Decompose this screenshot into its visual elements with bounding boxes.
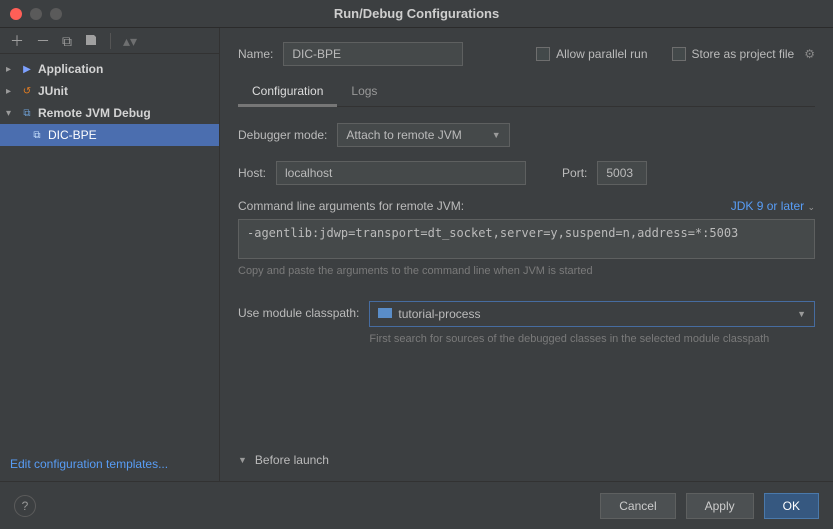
tree-item-junit[interactable]: ▸ ↺ JUnit: [0, 80, 219, 102]
module-icon: [378, 308, 392, 318]
classpath-label: Use module classpath:: [238, 301, 359, 320]
edit-templates-link[interactable]: Edit configuration templates...: [0, 447, 219, 481]
select-value: tutorial-process: [378, 307, 480, 321]
tree-item-dic-bpe[interactable]: ⧉ DIC-BPE: [0, 124, 219, 146]
copy-configuration-icon[interactable]: ⧉: [62, 34, 72, 48]
cmd-hint: Copy and paste the arguments to the comm…: [238, 265, 815, 277]
checkbox-icon: [672, 47, 686, 61]
gear-icon[interactable]: ⚙: [804, 47, 815, 61]
host-input[interactable]: [276, 161, 526, 185]
name-row: Name: Allow parallel run Store as projec…: [238, 42, 815, 66]
tab-logs[interactable]: Logs: [337, 78, 391, 106]
remote-debug-icon: ⧉: [20, 106, 34, 120]
tree-item-remote-jvm[interactable]: ▾ ⧉ Remote JVM Debug: [0, 102, 219, 124]
debugger-mode-row: Debugger mode: Attach to remote JVM ▼: [238, 123, 815, 147]
help-button[interactable]: ?: [14, 495, 36, 517]
host-port-row: Host: Port:: [238, 161, 815, 185]
allow-parallel-checkbox[interactable]: Allow parallel run: [536, 47, 647, 61]
save-configuration-icon[interactable]: [84, 33, 98, 49]
debugger-mode-select[interactable]: Attach to remote JVM ▼: [337, 123, 509, 147]
jdk-label: JDK 9 or later: [731, 199, 804, 213]
close-window-icon[interactable]: [10, 8, 22, 20]
checkbox-label: Store as project file: [692, 47, 795, 61]
titlebar: Run/Debug Configurations: [0, 0, 833, 28]
chevron-down-icon: ⌄: [807, 202, 815, 212]
chevron-down-icon: ▼: [492, 130, 501, 140]
store-project-checkbox[interactable]: Store as project file: [672, 47, 795, 61]
sidebar: ＋ － ⧉ ▴▾ ▸ ▶ Application ▸ ↺ JUnit: [0, 28, 220, 481]
checkbox-icon: [536, 47, 550, 61]
chevron-down-icon: ▼: [797, 309, 806, 319]
separator: [110, 33, 111, 49]
chevron-down-icon: ▾: [6, 108, 16, 119]
minimize-window-icon: [30, 8, 42, 20]
tab-bar: Configuration Logs: [238, 78, 815, 107]
classpath-hint: First search for sources of the debugged…: [369, 333, 815, 345]
apply-button[interactable]: Apply: [686, 493, 754, 519]
before-launch-section[interactable]: ▼ Before launch: [238, 439, 815, 481]
sidebar-toolbar: ＋ － ⧉ ▴▾: [0, 28, 219, 54]
classpath-select[interactable]: tutorial-process ▼: [369, 301, 815, 327]
name-label: Name:: [238, 47, 273, 61]
select-value: Attach to remote JVM: [346, 128, 461, 142]
chevron-down-icon: ▼: [238, 455, 247, 465]
checkbox-label: Allow parallel run: [556, 47, 647, 61]
host-label: Host:: [238, 166, 266, 180]
tab-content: Debugger mode: Attach to remote JVM ▼ Ho…: [238, 107, 815, 439]
dialog-footer: ? Cancel Apply OK: [0, 481, 833, 529]
before-launch-label: Before launch: [255, 453, 329, 467]
add-configuration-icon[interactable]: ＋: [10, 34, 24, 48]
dialog-body: ＋ － ⧉ ▴▾ ▸ ▶ Application ▸ ↺ JUnit: [0, 28, 833, 481]
move-up-icon[interactable]: ▴▾: [123, 34, 137, 48]
tree-label: Application: [38, 62, 103, 76]
chevron-right-icon: ▸: [6, 86, 16, 97]
main-panel: Name: Allow parallel run Store as projec…: [220, 28, 833, 481]
tree-label: JUnit: [38, 84, 68, 98]
window-title: Run/Debug Configurations: [10, 6, 823, 21]
port-label: Port:: [562, 166, 587, 180]
name-input[interactable]: [283, 42, 463, 66]
debugger-mode-label: Debugger mode:: [238, 128, 327, 142]
ok-button[interactable]: OK: [764, 493, 819, 519]
port-input[interactable]: [597, 161, 647, 185]
application-icon: ▶: [20, 62, 34, 76]
cmd-arguments-textarea[interactable]: -agentlib:jdwp=transport=dt_socket,serve…: [238, 219, 815, 259]
junit-icon: ↺: [20, 84, 34, 98]
cmd-label: Command line arguments for remote JVM:: [238, 199, 464, 213]
classpath-row: Use module classpath: tutorial-process ▼…: [238, 301, 815, 345]
cmd-label-row: Command line arguments for remote JVM: J…: [238, 199, 815, 213]
dialog-window: Run/Debug Configurations ＋ － ⧉ ▴▾ ▸ ▶ Ap…: [0, 0, 833, 529]
remove-configuration-icon[interactable]: －: [36, 34, 50, 48]
cancel-button[interactable]: Cancel: [600, 493, 675, 519]
tree-label: Remote JVM Debug: [38, 106, 151, 120]
tree-label: DIC-BPE: [48, 128, 97, 142]
chevron-right-icon: ▸: [6, 64, 16, 75]
configuration-tree: ▸ ▶ Application ▸ ↺ JUnit ▾ ⧉ Remote JVM…: [0, 54, 219, 447]
tab-configuration[interactable]: Configuration: [238, 78, 337, 107]
maximize-window-icon: [50, 8, 62, 20]
remote-debug-icon: ⧉: [30, 128, 44, 142]
button-bar: Cancel Apply OK: [600, 493, 819, 519]
traffic-lights: [10, 8, 62, 20]
tree-item-application[interactable]: ▸ ▶ Application: [0, 58, 219, 80]
jdk-selector-link[interactable]: JDK 9 or later ⌄: [731, 199, 815, 213]
